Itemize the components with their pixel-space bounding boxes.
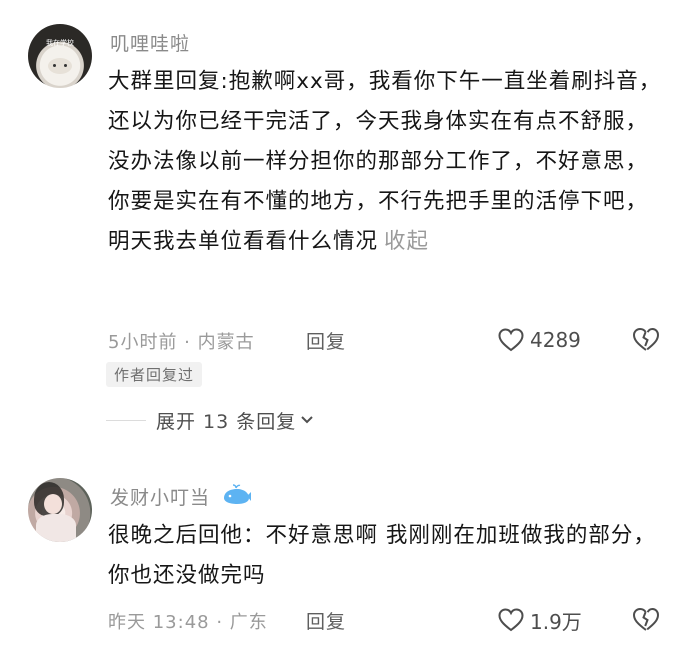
expand-replies-button[interactable]: 展开 13 条回复 bbox=[106, 404, 314, 436]
heart-outline-icon[interactable] bbox=[498, 608, 524, 632]
comment-text: 很晚之后回他：不好意思啊 我刚刚在加班做我的部分，你也还没做完吗 bbox=[108, 523, 656, 588]
avatar[interactable] bbox=[28, 478, 92, 542]
avatar-eye bbox=[53, 64, 56, 67]
like-count: 4289 bbox=[530, 328, 581, 352]
username[interactable]: 叽哩哇啦 bbox=[110, 29, 190, 56]
heart-outline-icon[interactable] bbox=[498, 328, 524, 352]
comment-meta: 5小时前 · 内蒙古 bbox=[108, 332, 255, 353]
comment-meta: 昨天 13:48 · 广东 bbox=[108, 612, 268, 633]
collapse-link[interactable]: 收起 bbox=[384, 229, 429, 254]
author-replied-badge: 作者回复过 bbox=[106, 362, 203, 387]
whale-icon bbox=[224, 484, 251, 504]
avatar-face bbox=[48, 58, 72, 74]
expand-replies-label[interactable]: 展开 13 条回复 bbox=[156, 407, 296, 434]
avatar[interactable]: 我在学校 bbox=[28, 24, 92, 88]
avatar-face bbox=[44, 494, 62, 514]
avatar-eye bbox=[64, 64, 67, 67]
like-button[interactable]: 1.9万 bbox=[498, 606, 582, 634]
broken-heart-icon[interactable] bbox=[632, 607, 660, 633]
comment-text: 大群里回复:抱歉啊xx哥，我看你下午一直坐着刷抖音，还以为你已经干完活了，今天我… bbox=[108, 62, 668, 262]
like-count: 1.9万 bbox=[530, 609, 582, 634]
broken-heart-icon[interactable] bbox=[632, 327, 660, 353]
reply-button[interactable]: 回复 bbox=[306, 327, 346, 354]
like-button[interactable]: 4289 bbox=[498, 326, 581, 354]
avatar-tag: 我在学校 bbox=[46, 39, 74, 47]
reply-button[interactable]: 回复 bbox=[306, 607, 346, 634]
divider bbox=[106, 419, 146, 421]
dislike-button[interactable] bbox=[632, 607, 660, 637]
chevron-down-icon[interactable] bbox=[300, 415, 314, 425]
avatar-body bbox=[36, 514, 76, 542]
comment-body: 大群里回复:抱歉啊xx哥，我看你下午一直坐着刷抖音，还以为你已经干完活了，今天我… bbox=[108, 69, 662, 254]
username[interactable]: 发财小叮当 bbox=[110, 483, 210, 510]
dislike-button[interactable] bbox=[632, 327, 660, 357]
